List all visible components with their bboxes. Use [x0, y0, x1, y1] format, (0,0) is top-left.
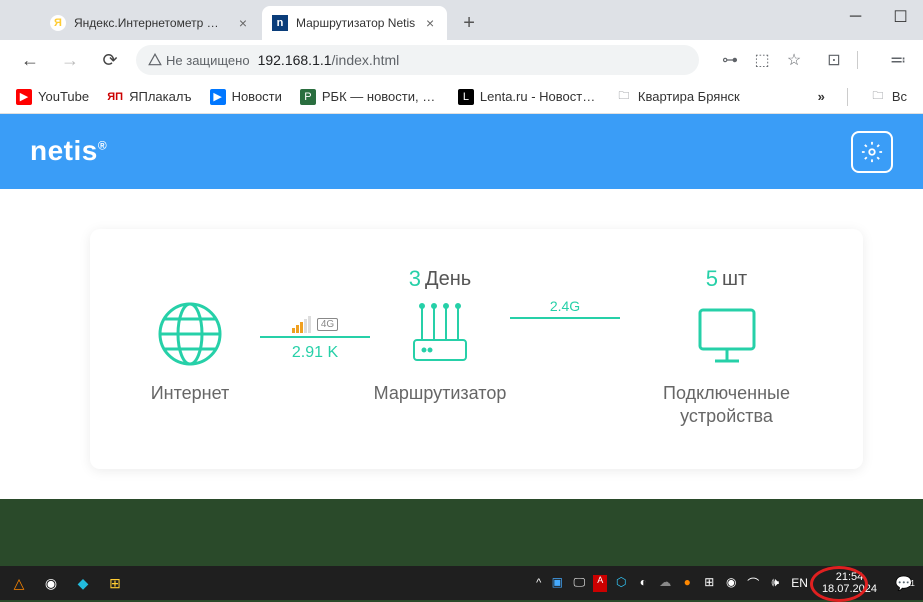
adobe-icon[interactable]: A — [593, 575, 607, 592]
system-tray: ▣ 🖵 A ⬡ ◐ ☁ ● ⊞ ◉ ⌒ 🕪 — [549, 575, 783, 592]
tray-icon[interactable]: ▣ — [549, 575, 565, 592]
rbc-icon: Р — [300, 89, 316, 105]
bookmark-item[interactable]: ЯП ЯПлакалъ — [107, 89, 191, 105]
router-label: Маршрутизатор — [374, 382, 507, 405]
tray-icon[interactable]: ☁ — [657, 575, 673, 592]
browser-tab-bar: Я Яндекс.Интернетометр — про... × n Марш… — [0, 0, 923, 40]
wifi-band: 2.4G — [550, 298, 580, 314]
url-input[interactable]: Не защищено 192.168.1.1/index.html — [136, 45, 699, 75]
back-button[interactable]: ← — [16, 46, 44, 74]
status-card-wrap: Интернет 4G 2.91 K 3 День — [0, 189, 923, 499]
minimize-button[interactable]: ─ — [833, 0, 878, 34]
uptime-value: 3 — [409, 266, 421, 292]
bookmark-item[interactable]: L Lenta.ru - Новости... — [458, 89, 598, 105]
yandex-favicon-icon: Я — [50, 15, 66, 31]
tray-icon[interactable]: ◐ — [635, 575, 651, 592]
uptime-unit: День — [425, 268, 471, 291]
youtube-icon: ▶ — [16, 89, 32, 105]
internet-label: Интернет — [151, 382, 230, 405]
customize-icon[interactable]: ≕ — [889, 50, 907, 70]
router-icon — [398, 298, 482, 370]
tab-title: Маршрутизатор Netis — [296, 16, 415, 30]
forward-button[interactable]: → — [56, 46, 84, 74]
status-card: Интернет 4G 2.91 K 3 День — [90, 229, 863, 469]
monitor-icon — [691, 298, 763, 370]
gear-icon — [861, 141, 883, 163]
notifications-icon[interactable]: 💬11 — [895, 573, 915, 593]
address-bar: ← → ⟳ Не защищено 192.168.1.1/index.html… — [0, 40, 923, 80]
browser-tab[interactable]: n Маршрутизатор Netis × — [262, 6, 447, 40]
bookmark-item[interactable]: ▶ Новости — [210, 89, 282, 105]
devices-count: 5 — [706, 266, 718, 292]
tab-title: Яндекс.Интернетометр — про... — [74, 16, 228, 30]
netis-logo: netis® — [30, 135, 107, 168]
lenta-icon: L — [458, 89, 474, 105]
security-label: Не защищено — [166, 53, 250, 68]
bookmark-item[interactable]: Р РБК — новости, ак... — [300, 89, 440, 105]
bookmark-star-icon[interactable]: ☆ — [785, 50, 803, 70]
devices-label: Подключенные устройства — [630, 382, 823, 429]
internet-speed: 2.91 K — [292, 344, 338, 362]
not-secure-icon: Не защищено — [148, 53, 250, 68]
bookmark-item[interactable]: ▶ YouTube — [16, 89, 89, 105]
new-tab-button[interactable]: + — [455, 9, 483, 37]
url-host: 192.168.1.1 — [258, 52, 332, 68]
devices-connector: 2.4G — [510, 264, 620, 319]
security-icon[interactable]: ⊞ — [701, 575, 717, 592]
router-page: netis® Интернет — [0, 114, 923, 499]
folder-icon: 🗀 — [616, 89, 632, 105]
language-indicator[interactable]: EN — [791, 576, 808, 590]
key-icon[interactable]: ⊶ — [721, 50, 739, 70]
yaplakal-icon: ЯП — [107, 89, 123, 105]
url-path: /index.html — [332, 52, 400, 68]
app-icon[interactable]: ◆ — [72, 572, 94, 594]
news-icon: ▶ — [210, 89, 226, 105]
wifi-icon[interactable]: ⌒ — [745, 575, 761, 592]
reload-button[interactable]: ⟳ — [96, 46, 124, 74]
signal-type-badge: 4G — [317, 318, 338, 331]
translate-icon[interactable]: ⬚ — [753, 50, 771, 70]
netis-header: netis® — [0, 114, 923, 189]
extensions-icon[interactable]: ⊡ — [825, 50, 843, 70]
router-status[interactable]: 3 День Маршрутизатор — [380, 264, 500, 405]
netis-favicon-icon: n — [272, 15, 288, 31]
tray-icon[interactable]: ⬡ — [613, 575, 629, 592]
browser-tab[interactable]: Я Яндекс.Интернетометр — про... × — [40, 6, 260, 40]
close-icon[interactable]: × — [423, 16, 437, 30]
devices-unit: шт — [722, 268, 747, 291]
internet-status[interactable]: Интернет — [130, 264, 250, 405]
folder-icon: 🗀 — [870, 89, 886, 105]
taskbar-clock[interactable]: 21:54 18.07.2024 — [816, 571, 883, 595]
tray-icon[interactable]: 🖵 — [571, 575, 587, 592]
volume-icon[interactable]: 🕪 — [767, 575, 783, 592]
devices-status[interactable]: 5 шт Подключенные устройства — [630, 264, 823, 429]
windows-taskbar: △ ◉ ◆ ⊞ ^ ▣ 🖵 A ⬡ ◐ ☁ ● ⊞ ◉ ⌒ 🕪 EN 21:54… — [0, 566, 923, 600]
app-icon[interactable]: ⊞ — [104, 572, 126, 594]
tray-icon[interactable]: ● — [679, 575, 695, 592]
bookmarks-more-button[interactable]: » — [818, 89, 825, 104]
settings-button[interactable] — [851, 131, 893, 173]
bookmark-item[interactable]: 🗀 Квартира Брянск — [616, 89, 740, 105]
tray-expand-icon[interactable]: ^ — [536, 577, 541, 589]
chrome-tray-icon[interactable]: ◉ — [723, 575, 739, 592]
signal-bars-icon — [292, 316, 311, 333]
all-bookmarks-button[interactable]: 🗀 Вс — [870, 89, 907, 105]
globe-icon — [154, 298, 226, 370]
maximize-button[interactable]: ☐ — [878, 0, 923, 34]
internet-connector: 4G 2.91 K — [260, 264, 370, 362]
close-icon[interactable]: × — [236, 16, 250, 30]
steam-icon[interactable]: ◉ — [40, 572, 62, 594]
vlc-tray-icon[interactable]: △ — [8, 572, 30, 594]
bookmarks-bar: ▶ YouTube ЯП ЯПлакалъ ▶ Новости Р РБК — … — [0, 80, 923, 114]
annotation-circle — [810, 566, 868, 602]
